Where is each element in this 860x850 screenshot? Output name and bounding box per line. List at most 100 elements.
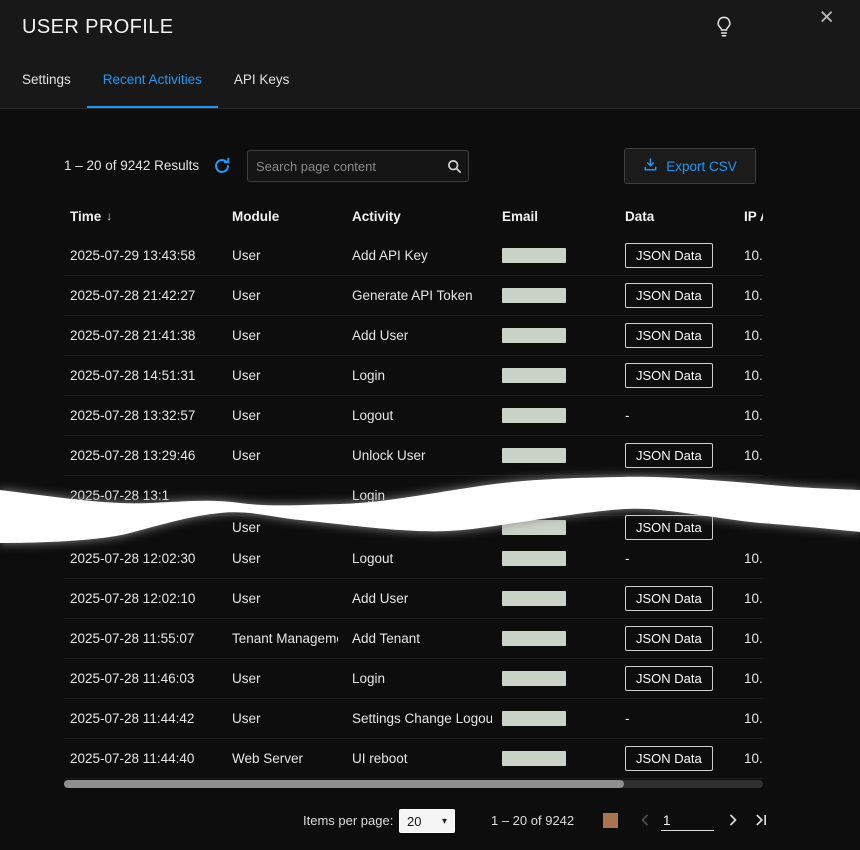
cell-email bbox=[502, 396, 614, 435]
cell-time: 2025-07-28 12:02:10 bbox=[70, 579, 225, 618]
export-csv-button[interactable]: Export CSV bbox=[624, 148, 756, 184]
cell-time: 2025-07-28 21:42:27 bbox=[70, 276, 225, 315]
previous-page-button[interactable] bbox=[632, 808, 658, 834]
chevron-down-icon: ▾ bbox=[442, 816, 447, 827]
json-data-button[interactable]: JSON Data bbox=[625, 515, 713, 540]
cell-email bbox=[502, 579, 614, 618]
cell-data: JSON Data bbox=[625, 516, 740, 539]
items-per-page-value: 20 bbox=[407, 814, 421, 829]
table-row: 2025-07-28 13:32:57UserLogout-10. bbox=[64, 396, 763, 436]
json-data-button[interactable]: JSON Data bbox=[625, 443, 713, 468]
column-header-email[interactable]: Email bbox=[502, 196, 614, 236]
next-page-button[interactable] bbox=[720, 808, 746, 834]
cell-activity: Logout bbox=[352, 539, 492, 578]
table-row: 2025-07-28 13:29:46UserUnlock UserJSON D… bbox=[64, 436, 763, 476]
tab-api-keys[interactable]: API Keys bbox=[218, 52, 306, 108]
table-row: 2025-07-28 14:51:31UserLoginJSON Data10. bbox=[64, 356, 763, 396]
cell-email bbox=[502, 699, 614, 738]
json-data-button[interactable]: JSON Data bbox=[625, 666, 713, 691]
refresh-icon bbox=[213, 163, 231, 178]
json-data-button[interactable]: JSON Data bbox=[625, 363, 713, 388]
cell-time: 2025-07-28 11:44:40 bbox=[70, 739, 225, 778]
column-header-activity[interactable]: Activity bbox=[352, 196, 492, 236]
json-data-button[interactable]: JSON Data bbox=[625, 746, 713, 771]
cell-email bbox=[502, 316, 614, 355]
redacted-email-block bbox=[502, 288, 566, 303]
search-icon[interactable] bbox=[440, 158, 468, 175]
redacted-email-block bbox=[502, 751, 566, 766]
cell-activity: Add Tenant bbox=[352, 619, 492, 658]
items-per-page-select[interactable]: 20 ▾ bbox=[399, 809, 455, 833]
column-header-data[interactable]: Data bbox=[625, 196, 740, 236]
cell-time: 2025-07-28 13:1 bbox=[70, 476, 225, 515]
cell-activity: Unlock User bbox=[352, 436, 492, 475]
hint-lightbulb-button[interactable] bbox=[711, 15, 737, 41]
cell-module: User bbox=[232, 579, 338, 618]
cell-module: User bbox=[232, 356, 338, 395]
sort-desc-icon: ↓ bbox=[106, 209, 112, 223]
column-header-ip[interactable]: IP Address bbox=[744, 196, 763, 236]
cell-email bbox=[502, 539, 614, 578]
cell-data: - bbox=[625, 396, 740, 435]
cell-ip: 10. bbox=[744, 276, 763, 315]
tab-recent-activities[interactable]: Recent Activities bbox=[87, 52, 218, 108]
modal-header: USER PROFILE × bbox=[0, 0, 860, 52]
redacted-email-block bbox=[502, 671, 566, 686]
table-row: 2025-07-28 13:1Login bbox=[64, 476, 763, 516]
export-csv-label: Export CSV bbox=[666, 159, 737, 174]
cell-time bbox=[70, 516, 225, 539]
chevron-right-icon bbox=[723, 810, 743, 833]
page-number-input[interactable] bbox=[661, 811, 714, 831]
cell-data: JSON Data bbox=[625, 436, 740, 475]
redacted-email-block bbox=[502, 368, 566, 383]
cell-ip: 10. bbox=[744, 316, 763, 355]
close-button[interactable]: × bbox=[819, 2, 834, 32]
cell-data: JSON Data bbox=[625, 316, 740, 355]
cell-ip bbox=[744, 476, 763, 515]
cell-time: 2025-07-28 11:55:07 bbox=[70, 619, 225, 658]
cell-activity: UI reboot bbox=[352, 739, 492, 778]
results-summary: 1 – 20 of 9242 Results bbox=[64, 146, 199, 186]
cell-activity: Add User bbox=[352, 579, 492, 618]
column-header-time[interactable]: Time ↓ bbox=[70, 196, 225, 236]
cell-module bbox=[232, 476, 338, 515]
page-title: USER PROFILE bbox=[22, 0, 174, 54]
json-data-button[interactable]: JSON Data bbox=[625, 626, 713, 651]
cell-data: JSON Data bbox=[625, 236, 740, 275]
column-header-module[interactable]: Module bbox=[232, 196, 338, 236]
json-data-button[interactable]: JSON Data bbox=[625, 243, 713, 268]
activities-table: Time ↓ Module Activity Email Data IP Add… bbox=[64, 196, 763, 779]
cell-data: JSON Data bbox=[625, 276, 740, 315]
table-row: UserJSON Data bbox=[64, 516, 763, 539]
cell-data: JSON Data bbox=[625, 579, 740, 618]
last-page-button[interactable] bbox=[748, 808, 774, 834]
cell-ip: 10. bbox=[744, 739, 763, 778]
horizontal-scrollbar-thumb[interactable] bbox=[64, 780, 624, 788]
cell-data bbox=[625, 476, 740, 515]
cell-time: 2025-07-28 21:41:38 bbox=[70, 316, 225, 355]
table-header-row: Time ↓ Module Activity Email Data IP Add… bbox=[64, 196, 763, 236]
cell-activity: Settings Change Logout bbox=[352, 699, 492, 738]
cell-data: - bbox=[625, 699, 740, 738]
cell-module: User bbox=[232, 539, 338, 578]
items-per-page-label: Items per page: bbox=[303, 800, 393, 842]
pagination-swatch bbox=[603, 813, 618, 828]
redacted-email-block bbox=[502, 520, 566, 535]
horizontal-scrollbar-track[interactable] bbox=[64, 780, 763, 788]
cell-activity: Generate API Token bbox=[352, 276, 492, 315]
tab-settings[interactable]: Settings bbox=[6, 52, 87, 108]
cell-activity: Add User bbox=[352, 316, 492, 355]
close-icon: × bbox=[819, 3, 834, 31]
json-data-button[interactable]: JSON Data bbox=[625, 323, 713, 348]
json-data-button[interactable]: JSON Data bbox=[625, 283, 713, 308]
cell-activity: Login bbox=[352, 659, 492, 698]
cell-email bbox=[502, 659, 614, 698]
cell-time: 2025-07-28 12:02:30 bbox=[70, 539, 225, 578]
cell-time: 2025-07-28 13:32:57 bbox=[70, 396, 225, 435]
cell-activity bbox=[352, 516, 492, 539]
cell-time: 2025-07-28 11:44:42 bbox=[70, 699, 225, 738]
search-input[interactable] bbox=[248, 151, 440, 181]
cell-module: User bbox=[232, 699, 338, 738]
refresh-button[interactable] bbox=[212, 157, 232, 177]
json-data-button[interactable]: JSON Data bbox=[625, 586, 713, 611]
